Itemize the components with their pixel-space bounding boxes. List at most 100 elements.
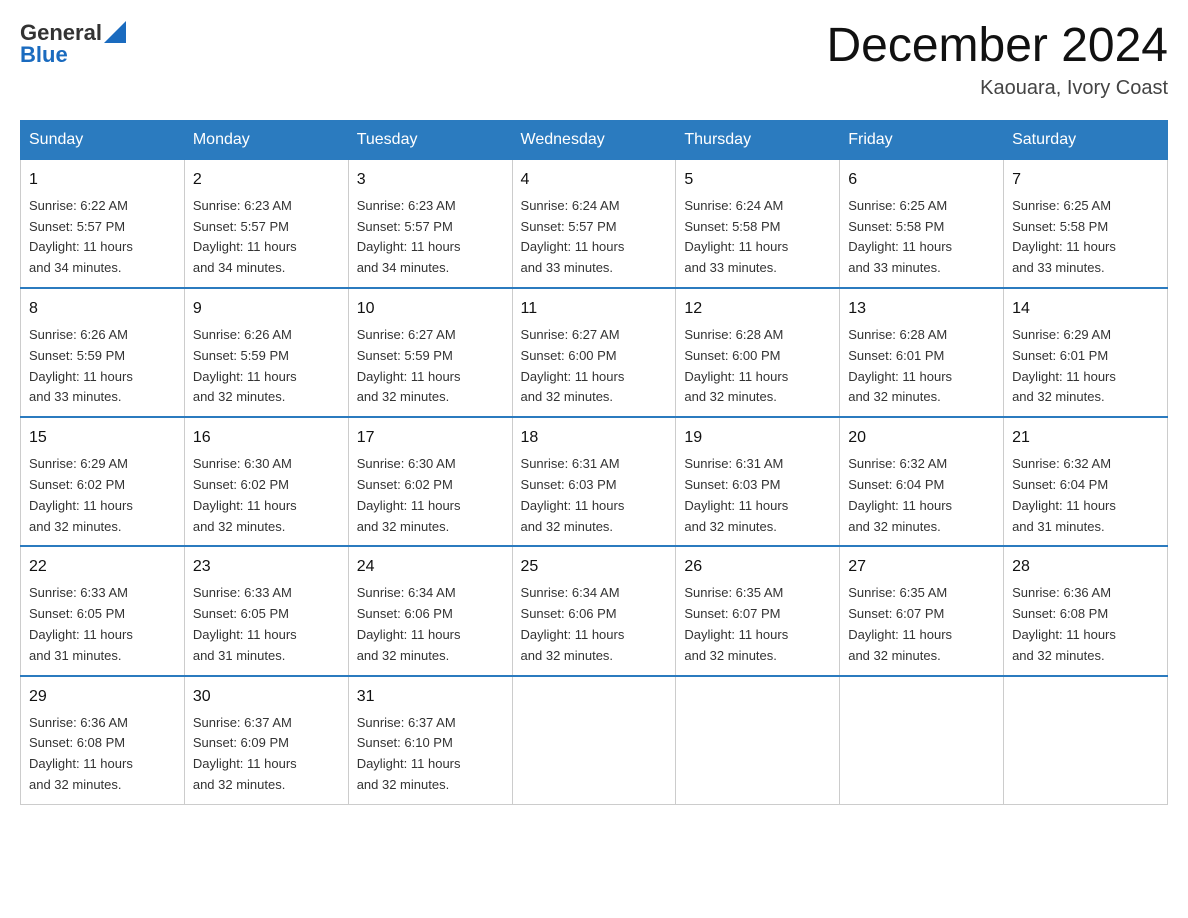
day-info: Sunrise: 6:33 AMSunset: 6:05 PMDaylight:…	[29, 585, 133, 662]
day-number: 24	[357, 555, 504, 579]
day-number: 12	[684, 297, 831, 321]
day-info: Sunrise: 6:28 AMSunset: 6:01 PMDaylight:…	[848, 327, 952, 404]
calendar-cell: 28 Sunrise: 6:36 AMSunset: 6:08 PMDaylig…	[1004, 546, 1168, 675]
calendar-cell: 1 Sunrise: 6:22 AMSunset: 5:57 PMDayligh…	[21, 159, 185, 288]
day-info: Sunrise: 6:29 AMSunset: 6:02 PMDaylight:…	[29, 456, 133, 533]
day-number: 1	[29, 168, 176, 192]
day-number: 30	[193, 685, 340, 709]
day-number: 7	[1012, 168, 1159, 192]
calendar-cell: 13 Sunrise: 6:28 AMSunset: 6:01 PMDaylig…	[840, 288, 1004, 417]
day-number: 28	[1012, 555, 1159, 579]
day-number: 17	[357, 426, 504, 450]
day-info: Sunrise: 6:31 AMSunset: 6:03 PMDaylight:…	[684, 456, 788, 533]
logo-arrow-icon	[104, 21, 126, 43]
calendar-week-row: 29 Sunrise: 6:36 AMSunset: 6:08 PMDaylig…	[21, 676, 1168, 805]
day-info: Sunrise: 6:26 AMSunset: 5:59 PMDaylight:…	[193, 327, 297, 404]
calendar-cell: 3 Sunrise: 6:23 AMSunset: 5:57 PMDayligh…	[348, 159, 512, 288]
col-header-monday: Monday	[184, 120, 348, 159]
day-info: Sunrise: 6:23 AMSunset: 5:57 PMDaylight:…	[357, 198, 461, 275]
calendar-cell: 15 Sunrise: 6:29 AMSunset: 6:02 PMDaylig…	[21, 417, 185, 546]
calendar-cell	[1004, 676, 1168, 805]
day-info: Sunrise: 6:37 AMSunset: 6:10 PMDaylight:…	[357, 715, 461, 792]
day-number: 2	[193, 168, 340, 192]
calendar-cell: 2 Sunrise: 6:23 AMSunset: 5:57 PMDayligh…	[184, 159, 348, 288]
day-info: Sunrise: 6:35 AMSunset: 6:07 PMDaylight:…	[684, 585, 788, 662]
calendar-cell: 9 Sunrise: 6:26 AMSunset: 5:59 PMDayligh…	[184, 288, 348, 417]
calendar-cell: 14 Sunrise: 6:29 AMSunset: 6:01 PMDaylig…	[1004, 288, 1168, 417]
calendar-cell: 21 Sunrise: 6:32 AMSunset: 6:04 PMDaylig…	[1004, 417, 1168, 546]
day-info: Sunrise: 6:36 AMSunset: 6:08 PMDaylight:…	[1012, 585, 1116, 662]
col-header-saturday: Saturday	[1004, 120, 1168, 159]
calendar-cell: 17 Sunrise: 6:30 AMSunset: 6:02 PMDaylig…	[348, 417, 512, 546]
day-number: 13	[848, 297, 995, 321]
page-header: General Blue December 2024 Kaouara, Ivor…	[20, 20, 1168, 100]
day-info: Sunrise: 6:30 AMSunset: 6:02 PMDaylight:…	[193, 456, 297, 533]
day-number: 18	[521, 426, 668, 450]
calendar-week-row: 15 Sunrise: 6:29 AMSunset: 6:02 PMDaylig…	[21, 417, 1168, 546]
calendar-cell: 27 Sunrise: 6:35 AMSunset: 6:07 PMDaylig…	[840, 546, 1004, 675]
col-header-tuesday: Tuesday	[348, 120, 512, 159]
day-info: Sunrise: 6:32 AMSunset: 6:04 PMDaylight:…	[1012, 456, 1116, 533]
col-header-thursday: Thursday	[676, 120, 840, 159]
col-header-sunday: Sunday	[21, 120, 185, 159]
calendar-cell: 29 Sunrise: 6:36 AMSunset: 6:08 PMDaylig…	[21, 676, 185, 805]
day-number: 29	[29, 685, 176, 709]
calendar-week-row: 22 Sunrise: 6:33 AMSunset: 6:05 PMDaylig…	[21, 546, 1168, 675]
calendar-table: SundayMondayTuesdayWednesdayThursdayFrid…	[20, 120, 1168, 805]
calendar-cell: 7 Sunrise: 6:25 AMSunset: 5:58 PMDayligh…	[1004, 159, 1168, 288]
day-number: 21	[1012, 426, 1159, 450]
day-number: 19	[684, 426, 831, 450]
day-info: Sunrise: 6:27 AMSunset: 6:00 PMDaylight:…	[521, 327, 625, 404]
calendar-week-row: 1 Sunrise: 6:22 AMSunset: 5:57 PMDayligh…	[21, 159, 1168, 288]
day-number: 22	[29, 555, 176, 579]
calendar-cell: 23 Sunrise: 6:33 AMSunset: 6:05 PMDaylig…	[184, 546, 348, 675]
day-number: 9	[193, 297, 340, 321]
logo: General Blue	[20, 20, 126, 68]
day-info: Sunrise: 6:23 AMSunset: 5:57 PMDaylight:…	[193, 198, 297, 275]
day-number: 27	[848, 555, 995, 579]
day-number: 15	[29, 426, 176, 450]
day-number: 4	[521, 168, 668, 192]
day-number: 23	[193, 555, 340, 579]
day-number: 26	[684, 555, 831, 579]
day-info: Sunrise: 6:36 AMSunset: 6:08 PMDaylight:…	[29, 715, 133, 792]
day-number: 14	[1012, 297, 1159, 321]
day-info: Sunrise: 6:25 AMSunset: 5:58 PMDaylight:…	[848, 198, 952, 275]
calendar-cell: 20 Sunrise: 6:32 AMSunset: 6:04 PMDaylig…	[840, 417, 1004, 546]
day-info: Sunrise: 6:24 AMSunset: 5:58 PMDaylight:…	[684, 198, 788, 275]
calendar-cell: 6 Sunrise: 6:25 AMSunset: 5:58 PMDayligh…	[840, 159, 1004, 288]
day-info: Sunrise: 6:25 AMSunset: 5:58 PMDaylight:…	[1012, 198, 1116, 275]
day-number: 5	[684, 168, 831, 192]
calendar-cell: 26 Sunrise: 6:35 AMSunset: 6:07 PMDaylig…	[676, 546, 840, 675]
day-info: Sunrise: 6:22 AMSunset: 5:57 PMDaylight:…	[29, 198, 133, 275]
day-info: Sunrise: 6:31 AMSunset: 6:03 PMDaylight:…	[521, 456, 625, 533]
calendar-cell: 11 Sunrise: 6:27 AMSunset: 6:00 PMDaylig…	[512, 288, 676, 417]
calendar-cell: 31 Sunrise: 6:37 AMSunset: 6:10 PMDaylig…	[348, 676, 512, 805]
day-number: 25	[521, 555, 668, 579]
day-info: Sunrise: 6:33 AMSunset: 6:05 PMDaylight:…	[193, 585, 297, 662]
calendar-cell: 12 Sunrise: 6:28 AMSunset: 6:00 PMDaylig…	[676, 288, 840, 417]
day-info: Sunrise: 6:28 AMSunset: 6:00 PMDaylight:…	[684, 327, 788, 404]
calendar-header-row: SundayMondayTuesdayWednesdayThursdayFrid…	[21, 120, 1168, 159]
day-info: Sunrise: 6:24 AMSunset: 5:57 PMDaylight:…	[521, 198, 625, 275]
day-info: Sunrise: 6:26 AMSunset: 5:59 PMDaylight:…	[29, 327, 133, 404]
calendar-cell: 22 Sunrise: 6:33 AMSunset: 6:05 PMDaylig…	[21, 546, 185, 675]
calendar-cell: 30 Sunrise: 6:37 AMSunset: 6:09 PMDaylig…	[184, 676, 348, 805]
col-header-friday: Friday	[840, 120, 1004, 159]
calendar-cell: 19 Sunrise: 6:31 AMSunset: 6:03 PMDaylig…	[676, 417, 840, 546]
day-info: Sunrise: 6:35 AMSunset: 6:07 PMDaylight:…	[848, 585, 952, 662]
day-number: 6	[848, 168, 995, 192]
calendar-cell	[512, 676, 676, 805]
calendar-cell: 8 Sunrise: 6:26 AMSunset: 5:59 PMDayligh…	[21, 288, 185, 417]
day-info: Sunrise: 6:29 AMSunset: 6:01 PMDaylight:…	[1012, 327, 1116, 404]
day-number: 16	[193, 426, 340, 450]
logo-blue-text: Blue	[20, 42, 68, 67]
calendar-cell: 24 Sunrise: 6:34 AMSunset: 6:06 PMDaylig…	[348, 546, 512, 675]
day-number: 20	[848, 426, 995, 450]
calendar-cell: 25 Sunrise: 6:34 AMSunset: 6:06 PMDaylig…	[512, 546, 676, 675]
col-header-wednesday: Wednesday	[512, 120, 676, 159]
day-number: 31	[357, 685, 504, 709]
calendar-cell: 10 Sunrise: 6:27 AMSunset: 5:59 PMDaylig…	[348, 288, 512, 417]
calendar-cell	[676, 676, 840, 805]
day-info: Sunrise: 6:34 AMSunset: 6:06 PMDaylight:…	[521, 585, 625, 662]
